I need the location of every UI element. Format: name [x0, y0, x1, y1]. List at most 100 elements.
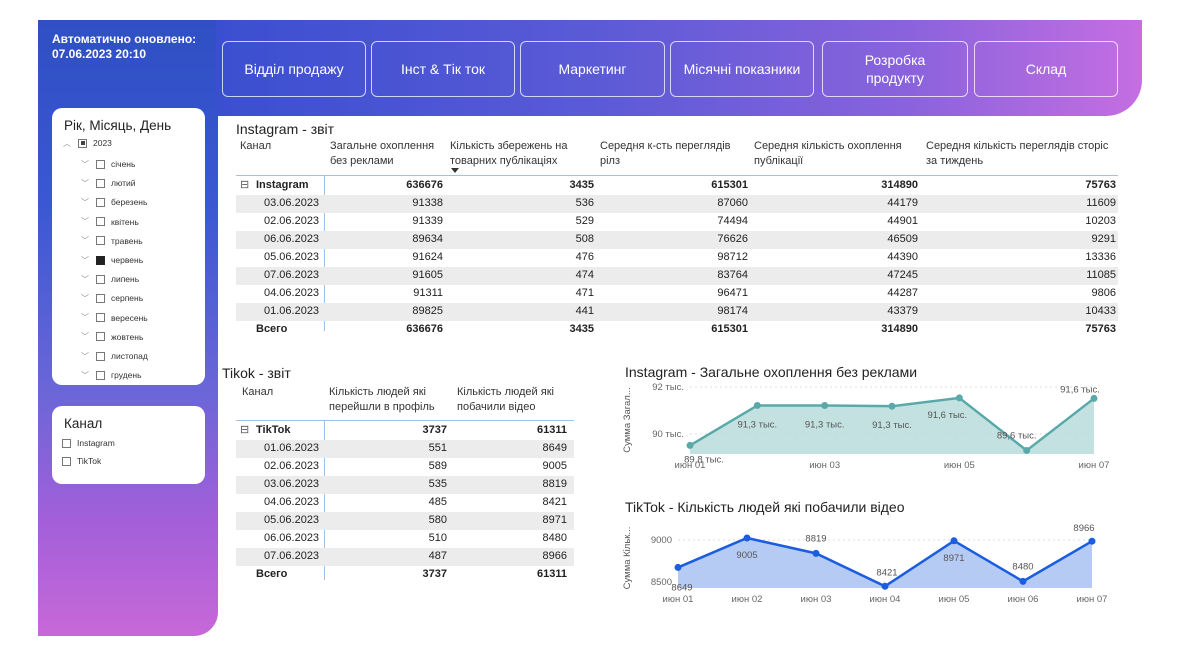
table-row[interactable]: 07.06.2023 91605 474 83764 47245 11085 — [236, 267, 1118, 285]
instagram-reach-chart[interactable]: 92 тыс.90 тыс.Сумма Загал...89,8 тыс.91,… — [620, 380, 1110, 480]
group-row-instagram[interactable]: Instagram ⊟ 636676 3435 615301 314890 75763 — [236, 177, 1118, 195]
table-row[interactable]: 04.06.2023 91311 471 96471 44287 9806 — [236, 285, 1118, 303]
tree-month-item[interactable]: ﹀ червень — [80, 253, 143, 267]
collapse-icon[interactable]: ⊟ — [240, 423, 249, 436]
month-checkbox[interactable] — [96, 313, 105, 323]
month-checkbox[interactable] — [96, 351, 105, 361]
chevron-down-icon[interactable]: ﹀ — [80, 274, 90, 285]
table-row[interactable]: 02.06.2023 589 9005 — [236, 458, 574, 476]
chevron-down-icon[interactable]: ﹀ — [80, 255, 90, 266]
nav-marketing-button[interactable]: Маркетинг — [520, 41, 665, 97]
table-row[interactable]: 07.06.2023 487 8966 — [236, 548, 574, 566]
month-checkbox[interactable] — [96, 255, 105, 265]
nav-warehouse-button[interactable]: Склад — [974, 41, 1118, 97]
group-row-tiktok[interactable]: TikTok ⊟ 3737 61311 — [236, 422, 574, 440]
month-checkbox[interactable] — [96, 274, 105, 284]
total-row[interactable]: Всего 636676 3435 615301 314890 75763 — [236, 321, 1118, 339]
table-cell: 485 — [428, 496, 447, 508]
col-header-reels[interactable]: Середня к-сть переглядів рілз — [600, 139, 750, 169]
table-cell: 44179 — [887, 197, 918, 209]
row-label: 02.06.2023 — [264, 215, 320, 227]
row-label: 06.06.2023 — [264, 233, 320, 245]
month-checkbox[interactable] — [96, 197, 105, 207]
month-checkbox[interactable] — [96, 293, 105, 303]
table-row[interactable]: 06.06.2023 510 8480 — [236, 530, 574, 548]
chevron-down-icon[interactable]: ﹀ — [80, 351, 90, 362]
tree-month-item[interactable]: ﹀ квітень — [80, 215, 139, 229]
table-row[interactable]: 01.06.2023 89825 441 98174 43379 10433 — [236, 303, 1118, 321]
instagram-checkbox[interactable] — [62, 438, 71, 448]
tree-month-item[interactable]: ﹀ серпень — [80, 291, 143, 305]
data-point — [743, 534, 751, 542]
table-row[interactable]: 06.06.2023 89634 508 76626 46509 9291 — [236, 231, 1118, 249]
nav-sales-button[interactable]: Відділ продажу — [222, 41, 366, 97]
nav-product-dev-button[interactable]: Розробка продукту — [822, 41, 968, 97]
channel-option-instagram[interactable]: Instagram — [62, 436, 115, 450]
tree-month-item[interactable]: ﹀ лютий — [80, 176, 136, 190]
tree-month-item[interactable]: ﹀ березень — [80, 195, 147, 209]
col-header-channel[interactable]: Канал — [242, 385, 273, 400]
month-checkbox[interactable] — [96, 178, 105, 188]
chevron-down-icon[interactable]: ﹀ — [80, 197, 90, 208]
tree-month-item[interactable]: ﹀ травень — [80, 234, 143, 248]
chevron-down-icon[interactable]: ﹀ — [80, 331, 90, 342]
chevron-down-icon[interactable]: ﹀ — [80, 178, 90, 189]
table-row[interactable]: 04.06.2023 485 8421 — [236, 494, 574, 512]
table-cell: 75763 — [1085, 179, 1116, 191]
table-row[interactable]: 05.06.2023 91624 476 98712 44390 13336 — [236, 249, 1118, 267]
tree-year-2023[interactable]: ︿ 2023 — [62, 136, 112, 150]
table-cell: 8649 — [542, 442, 567, 454]
tree-month-item[interactable]: ﹀ січень — [80, 157, 135, 171]
tiktok-checkbox[interactable] — [62, 456, 71, 466]
chevron-down-icon[interactable]: ﹀ — [80, 159, 90, 170]
table-row[interactable]: 05.06.2023 580 8971 — [236, 512, 574, 530]
tree-month-item[interactable]: ﹀ листопад — [80, 349, 148, 363]
col-header-reach[interactable]: Загальне охоплення без реклами — [330, 139, 445, 169]
col-header-video-views[interactable]: Кількість людей які побачили відео — [457, 385, 577, 415]
tiktok-views-chart[interactable]: 9000 8500 Сумма Кільк... 8649 9005 8819 8421 89… — [620, 516, 1110, 616]
collapse-icon[interactable]: ⊟ — [240, 178, 249, 191]
month-checkbox[interactable] — [96, 370, 105, 380]
table-row[interactable]: 01.06.2023 551 8649 — [236, 440, 574, 458]
chevron-down-icon[interactable]: ﹀ — [80, 216, 90, 227]
date-slicer-title: Рік, Місяць, День — [64, 118, 172, 133]
data-point — [888, 402, 896, 410]
tree-month-item[interactable]: ﹀ липень — [80, 272, 139, 286]
channel-option-label: TikTok — [77, 456, 102, 466]
table-cell: 11609 — [1086, 197, 1116, 209]
chevron-up-icon[interactable]: ︿ — [62, 138, 72, 149]
total-row[interactable]: Всего 3737 61311 — [236, 566, 574, 584]
y-axis-label: Сумма Загал... — [622, 387, 633, 453]
data-point — [674, 563, 682, 571]
table-cell: 9806 — [1091, 287, 1116, 299]
tree-month-item[interactable]: ﹀ жовтень — [80, 330, 143, 344]
chevron-down-icon[interactable]: ﹀ — [80, 312, 90, 323]
data-label: 8421 — [876, 567, 897, 578]
table-cell: 46509 — [887, 233, 918, 245]
tree-month-item[interactable]: ﹀ вересень — [80, 311, 148, 325]
sort-desc-icon[interactable] — [451, 168, 459, 173]
tree-month-item[interactable]: ﹀ грудень — [80, 368, 142, 382]
month-checkbox[interactable] — [96, 332, 105, 342]
col-header-post-reach[interactable]: Середня кількість охоплення публікації — [754, 139, 924, 169]
table-cell: 76626 — [717, 233, 748, 245]
month-checkbox[interactable] — [96, 159, 105, 169]
chevron-down-icon[interactable]: ﹀ — [80, 370, 90, 381]
table-cell: 474 — [575, 269, 594, 281]
y-tick-label: 8500 — [651, 577, 672, 588]
col-header-saves[interactable]: Кількість збережень на товарних публікац… — [450, 139, 595, 169]
col-header-stories[interactable]: Середня кількість переглядів сторіс за т… — [926, 139, 1116, 169]
chevron-down-icon[interactable]: ﹀ — [80, 293, 90, 304]
nav-monthly-button[interactable]: Місячні показники — [670, 41, 814, 97]
chevron-down-icon[interactable]: ﹀ — [80, 235, 90, 246]
col-header-profile-visits[interactable]: Кількість людей які перейшли в профіль — [329, 385, 454, 415]
table-row[interactable]: 03.06.2023 535 8819 — [236, 476, 574, 494]
month-checkbox[interactable] — [96, 236, 105, 246]
nav-inst-tiktok-button[interactable]: Інст & Тік ток — [371, 41, 515, 97]
channel-option-tiktok[interactable]: TikTok — [62, 454, 101, 468]
col-header-channel[interactable]: Канал — [240, 139, 271, 154]
month-checkbox[interactable] — [96, 217, 105, 227]
table-row[interactable]: 02.06.2023 91339 529 74494 44901 10203 — [236, 213, 1118, 231]
year-checkbox[interactable] — [78, 138, 87, 148]
table-row[interactable]: 03.06.2023 91338 536 87060 44179 11609 — [236, 195, 1118, 213]
